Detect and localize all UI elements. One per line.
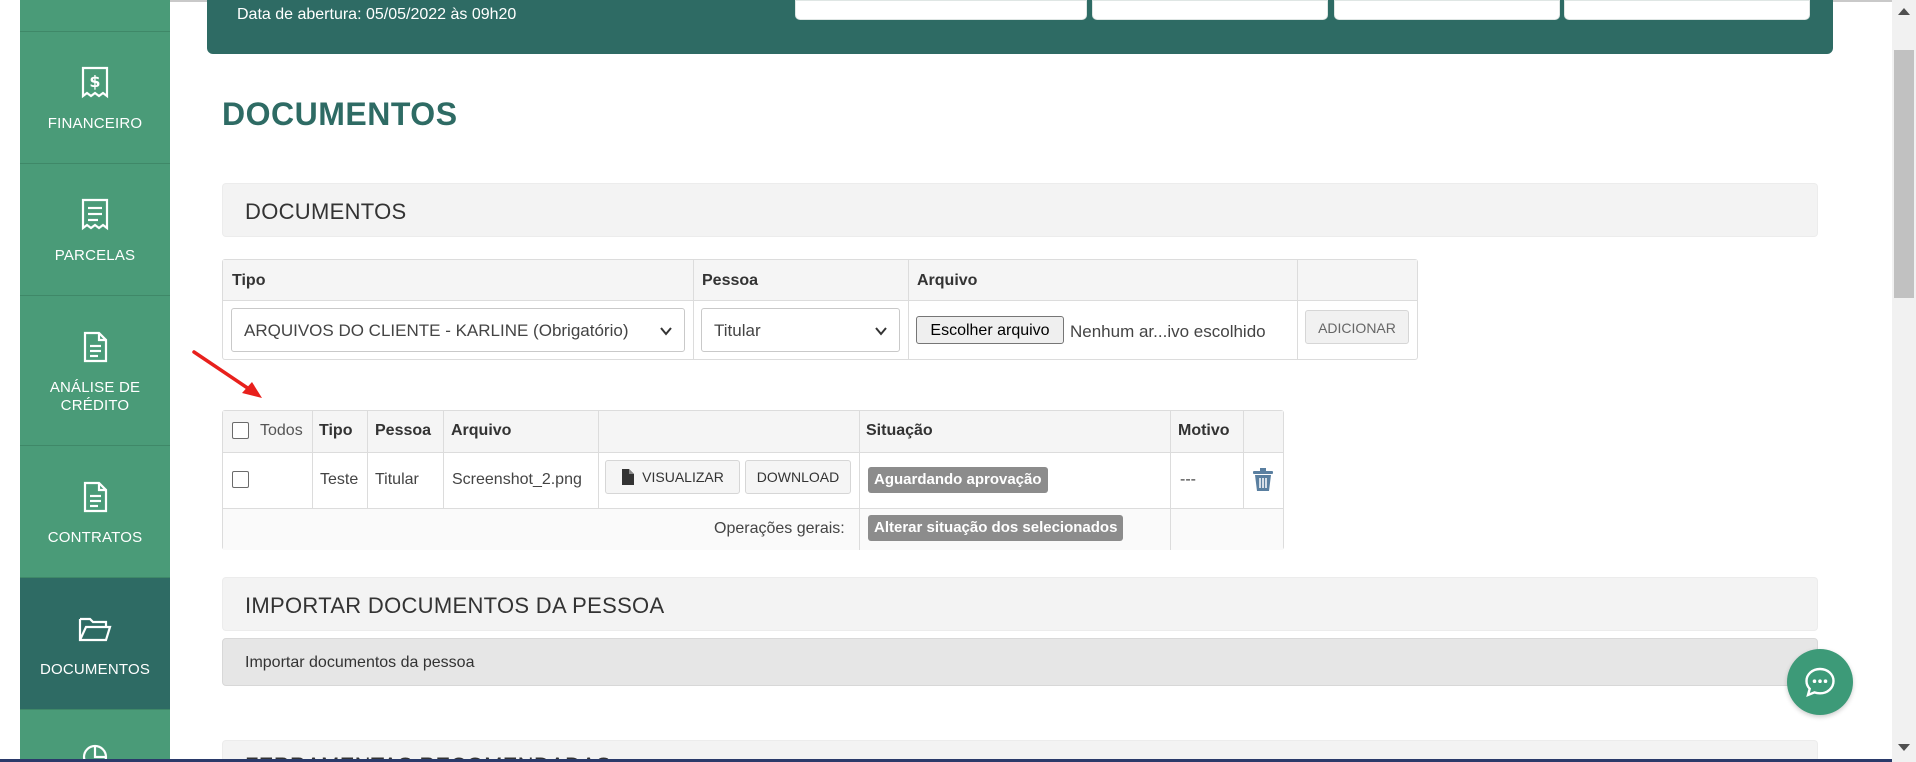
- import-section-header: IMPORTAR DOCUMENTOS DA PESSOA: [222, 577, 1818, 631]
- sidebar-item-financeiro[interactable]: $ FINANCEIRO: [20, 31, 170, 163]
- header-arquivo: Arquivo: [451, 422, 512, 439]
- view-button-label: VISUALIZAR: [642, 469, 724, 485]
- column-divider: [598, 411, 599, 508]
- pessoa-select-value: Titular: [714, 321, 761, 340]
- column-divider: [367, 411, 368, 508]
- change-status-selected-button[interactable]: Alterar situação dos selecionados: [868, 515, 1124, 541]
- pessoa-select[interactable]: Titular: [701, 308, 900, 352]
- general-operations-label: Operações gerais:: [714, 520, 845, 537]
- view-button[interactable]: VISUALIZAR: [605, 460, 740, 494]
- download-button[interactable]: DOWNLOAD: [745, 460, 851, 494]
- file-icon: [622, 469, 635, 485]
- chat-button[interactable]: [1787, 649, 1853, 715]
- file-status: Nenhum ar...ivo escolhido: [1070, 322, 1266, 341]
- download-button-label: DOWNLOAD: [756, 469, 840, 485]
- sidebar-item-analise-credito[interactable]: ANÁLISE DE CRÉDITO: [20, 295, 170, 445]
- header-action-button-3[interactable]: [1334, 0, 1560, 20]
- document-icon: [75, 477, 115, 517]
- select-all-checkbox[interactable]: [232, 422, 249, 439]
- page-title: DOCUMENTOS: [222, 96, 458, 132]
- sidebar-item-label: ANÁLISE DE CRÉDITO: [49, 378, 141, 414]
- choose-file-button[interactable]: Escolher arquivo: [916, 316, 1064, 344]
- header-arquivo: Arquivo: [917, 272, 978, 289]
- header-tipo: Tipo: [232, 272, 266, 289]
- column-divider: [443, 411, 444, 508]
- scroll-down-arrow-icon[interactable]: [1898, 744, 1910, 751]
- opening-date: Data de abertura: 05/05/2022 às 09h20: [237, 6, 517, 23]
- header-pessoa: Pessoa: [375, 422, 432, 439]
- sidebar-item-next[interactable]: [20, 709, 170, 762]
- tipo-select[interactable]: ARQUIVOS DO CLIENTE - KARLINE (Obrigatór…: [231, 308, 685, 352]
- receipt-dollar-icon: $: [75, 63, 115, 103]
- sidebar-item-label: FINANCEIRO: [47, 114, 143, 132]
- column-divider: [1170, 411, 1171, 550]
- column-divider: [859, 411, 860, 550]
- document-icon: [75, 327, 115, 367]
- sidebar-item-previous[interactable]: [20, 0, 170, 31]
- sidebar: $ FINANCEIRO PARCELAS ANÁLISE DE CRÉDITO: [20, 0, 170, 762]
- cell-arquivo: Screenshot_2.png: [452, 471, 582, 488]
- row-checkbox[interactable]: [232, 471, 249, 488]
- header-tipo: Tipo: [319, 422, 353, 439]
- trash-icon[interactable]: [1252, 468, 1274, 492]
- column-divider: [312, 411, 313, 508]
- sidebar-item-documentos[interactable]: DOCUMENTOS: [20, 577, 170, 709]
- header-action-button-1[interactable]: [795, 0, 1087, 20]
- chevron-down-icon: [660, 327, 672, 336]
- scrollbar-thumb[interactable]: [1894, 50, 1914, 298]
- annotation-arrow-icon: [192, 350, 262, 398]
- header-todos: Todos: [260, 422, 303, 439]
- svg-text:$: $: [89, 72, 100, 91]
- column-divider: [1243, 411, 1244, 508]
- import-documents-label: Importar documentos da pessoa: [245, 654, 475, 671]
- sidebar-item-contratos[interactable]: CONTRATOS: [20, 445, 170, 577]
- status-badge: Aguardando aprovação: [868, 467, 1048, 493]
- section-title: IMPORTAR DOCUMENTOS DA PESSOA: [245, 593, 665, 618]
- sidebar-item-label: DOCUMENTOS: [39, 660, 151, 678]
- sidebar-item-label: PARCELAS: [54, 246, 136, 264]
- receipt-list-icon: [75, 195, 115, 235]
- header-pessoa: Pessoa: [702, 272, 759, 289]
- header-motivo: Motivo: [1178, 422, 1230, 439]
- section-title: DOCUMENTOS: [245, 199, 407, 224]
- cell-tipo: Teste: [320, 471, 359, 488]
- add-button[interactable]: ADICIONAR: [1305, 310, 1409, 344]
- sidebar-item-parcelas[interactable]: PARCELAS: [20, 163, 170, 295]
- scroll-up-arrow-icon[interactable]: [1898, 8, 1910, 15]
- left-gutter: [0, 0, 20, 762]
- header-action-button-2[interactable]: [1092, 0, 1328, 20]
- tipo-select-value: ARQUIVOS DO CLIENTE - KARLINE (Obrigatór…: [244, 321, 629, 340]
- chat-bubble-icon: [1805, 667, 1835, 698]
- chevron-down-icon: [875, 327, 887, 336]
- cell-pessoa: Titular: [375, 471, 419, 488]
- import-documents-toggle[interactable]: Importar documentos da pessoa: [222, 638, 1818, 686]
- cell-motivo: ---: [1180, 471, 1196, 488]
- header-situacao: Situação: [866, 422, 933, 439]
- documents-section-header: DOCUMENTOS: [222, 183, 1818, 237]
- sidebar-item-label: CONTRATOS: [47, 528, 143, 546]
- folder-open-icon: [75, 609, 115, 649]
- header-action-button-4[interactable]: [1564, 0, 1810, 20]
- process-header-banner: Data de abertura: 05/05/2022 às 09h20: [207, 0, 1833, 54]
